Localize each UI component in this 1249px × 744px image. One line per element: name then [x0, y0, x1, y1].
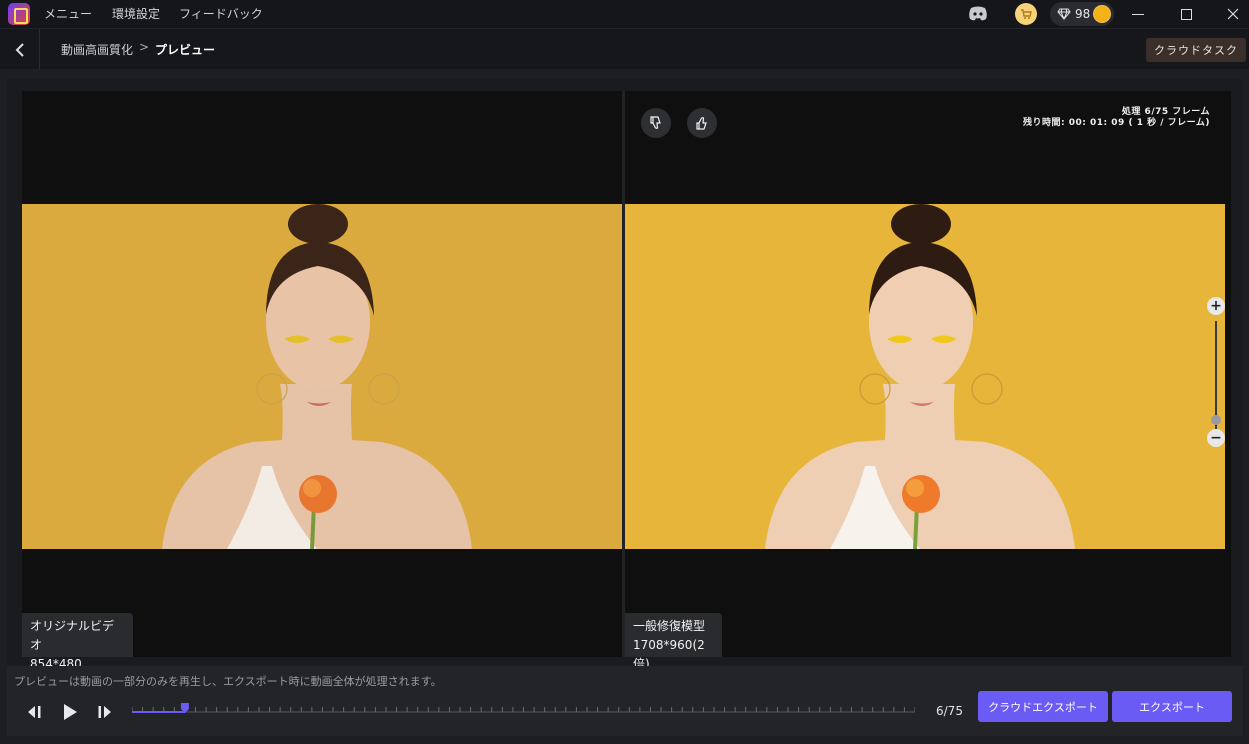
- thumbs-down-button[interactable]: [641, 108, 671, 138]
- menu-item-menu[interactable]: メニュー: [44, 5, 92, 22]
- original-label: オリジナルビデオ 854*480: [22, 613, 133, 671]
- credits-count: 98: [1075, 7, 1091, 21]
- zoom-control[interactable]: + −: [1207, 297, 1225, 447]
- maximize-icon[interactable]: [1176, 4, 1196, 24]
- back-button[interactable]: [0, 29, 40, 70]
- remaining-time: 残り時間: 00: 01: 09 ( 1 秒 / フレーム): [1023, 118, 1210, 128]
- cloud-export-button[interactable]: クラウドエクスポート: [978, 691, 1108, 722]
- step-forward-icon: [98, 706, 111, 718]
- app-logo-icon: [8, 3, 30, 25]
- zoom-out-button[interactable]: −: [1207, 429, 1225, 447]
- close-icon[interactable]: [1223, 4, 1243, 24]
- processing-frames: 処理 6/75 フレーム: [1121, 107, 1210, 117]
- menu-item-feedback[interactable]: フィードバック: [179, 5, 263, 22]
- export-button[interactable]: エクスポート: [1112, 691, 1232, 722]
- model-label: 一般修復模型 1708*960(2倍): [625, 613, 722, 671]
- original-video-frame: [22, 204, 622, 549]
- zoom-in-button[interactable]: +: [1207, 297, 1225, 315]
- credits-pill[interactable]: 98: [1050, 2, 1114, 26]
- next-frame-button[interactable]: [93, 700, 117, 724]
- menu-item-preferences[interactable]: 環境設定: [112, 5, 160, 22]
- discord-icon[interactable]: [968, 6, 988, 22]
- play-icon: [64, 704, 77, 720]
- breadcrumb-separator: >: [139, 40, 150, 54]
- breadcrumb-parent[interactable]: 動画高画質化: [61, 41, 133, 58]
- title-bar: メニュー 環境設定 フィードバック 98: [0, 0, 1249, 28]
- breadcrumb-current: プレビュー: [155, 43, 216, 57]
- timeline-track[interactable]: [132, 703, 915, 717]
- minimize-icon[interactable]: [1128, 4, 1148, 24]
- step-back-icon: [28, 706, 41, 718]
- original-label-title: オリジナルビデオ: [30, 619, 115, 652]
- diamond-icon: [1057, 8, 1071, 20]
- frame-counter: 6/75: [936, 704, 963, 718]
- play-button[interactable]: [58, 700, 82, 724]
- processing-status: 処理 6/75 フレーム 残り時間: 00: 01: 09 ( 1 秒 / フレ…: [1010, 107, 1210, 129]
- thumbs-up-icon: [696, 117, 707, 130]
- thumbs-down-icon: [650, 116, 661, 129]
- model-label-title: 一般修復模型: [633, 619, 706, 633]
- avatar[interactable]: [1093, 5, 1111, 23]
- previous-frame-button[interactable]: [22, 700, 46, 724]
- zoom-handle[interactable]: [1211, 415, 1221, 425]
- enhanced-video-frame: [625, 204, 1225, 549]
- shop-cart-icon[interactable]: [1015, 3, 1037, 25]
- thumbs-up-button[interactable]: [687, 108, 717, 138]
- preview-notice: プレビューは動画の一部分のみを再生し、エクスポート時に動画全体が処理されます。: [14, 675, 442, 688]
- header-bar: 動画高画質化 > プレビュー クラウドタスク: [0, 28, 1249, 70]
- chevron-left-icon: [15, 42, 24, 57]
- cloud-task-button[interactable]: クラウドタスク: [1146, 38, 1246, 62]
